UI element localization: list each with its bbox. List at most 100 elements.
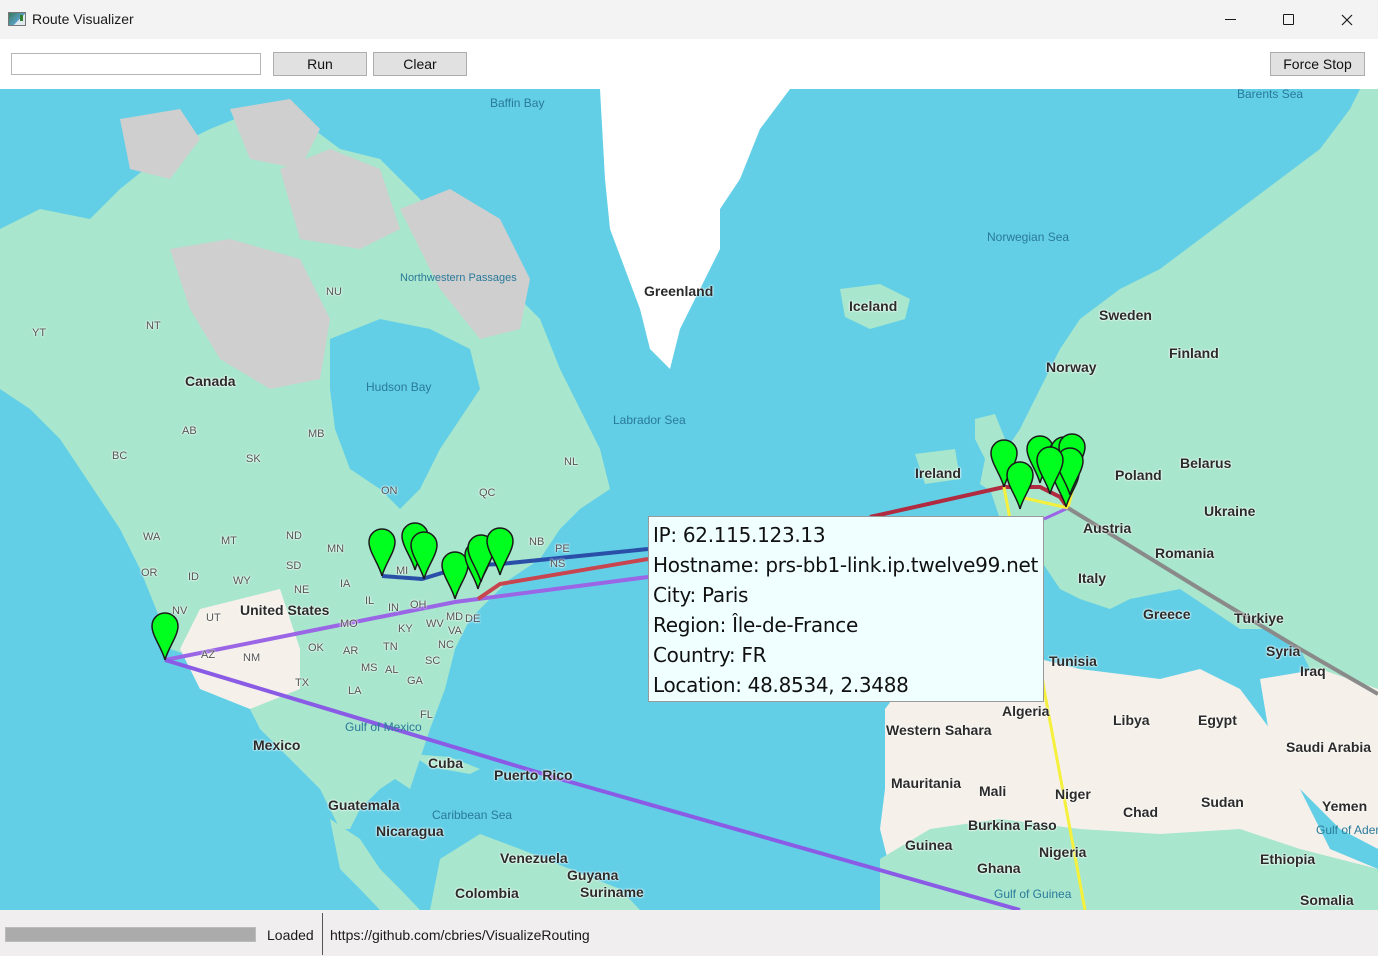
title-bar[interactable]: Route Visualizer (0, 0, 1378, 39)
project-url-link[interactable]: https://github.com/cbries/VisualizeRouti… (330, 927, 590, 943)
window-title: Route Visualizer (32, 11, 134, 27)
clear-button[interactable]: Clear (373, 52, 467, 76)
label-nc: NC (438, 639, 454, 651)
label-tx: TX (295, 677, 310, 689)
label-sk: SK (246, 453, 261, 465)
minimize-icon (1224, 19, 1236, 20)
label-pe: PE (555, 543, 570, 555)
minimize-button[interactable] (1201, 0, 1259, 39)
label-nu: NU (326, 286, 342, 298)
force-stop-button[interactable]: Force Stop (1270, 52, 1365, 76)
label-yt: YT (32, 327, 47, 339)
label-yemen: Yemen (1322, 798, 1368, 814)
label-ab: AB (182, 425, 197, 437)
label-ne: NE (294, 584, 310, 596)
label-ns: NS (550, 558, 566, 570)
label-libya: Libya (1113, 712, 1150, 728)
maximize-button[interactable] (1259, 0, 1317, 39)
label-puerto-rico: Puerto Rico (494, 767, 573, 783)
label-syria: Syria (1266, 643, 1301, 659)
label-hudson-bay: Hudson Bay (366, 380, 432, 394)
map-view[interactable]: Baffin Bay Barents Sea Norwegian Sea Nor… (0, 89, 1378, 910)
maximize-icon (1282, 14, 1294, 25)
label-gulf-of-aden: Gulf of Aden (1316, 823, 1378, 837)
close-icon (1341, 14, 1353, 25)
label-mauritania: Mauritania (891, 775, 962, 791)
label-greenland: Greenland (644, 283, 714, 299)
label-mt: MT (221, 535, 237, 547)
label-in: IN (388, 602, 399, 614)
label-ireland: Ireland (915, 465, 961, 481)
label-gulf-of-guinea: Gulf of Guinea (994, 887, 1072, 901)
label-bc: BC (112, 450, 128, 462)
label-ok: OK (308, 642, 324, 654)
label-colombia: Colombia (455, 885, 519, 901)
label-chad: Chad (1123, 804, 1158, 820)
label-il: IL (365, 595, 375, 607)
label-finland: Finland (1169, 345, 1219, 361)
label-united-states: United States (240, 602, 330, 618)
label-va: VA (448, 625, 462, 637)
app-window: Route Visualizer Run Clear Force Stop Ba… (0, 0, 1378, 956)
target-host-input[interactable] (11, 53, 261, 75)
label-caribbean-sea: Caribbean Sea (432, 808, 513, 822)
label-id: ID (188, 571, 199, 583)
status-text: Loaded (267, 927, 314, 943)
label-ghana: Ghana (977, 860, 1021, 876)
label-oh: OH (410, 599, 427, 611)
label-guyana: Guyana (567, 867, 619, 883)
label-wy: WY (233, 575, 251, 587)
run-button[interactable]: Run (273, 52, 367, 76)
label-mo: MO (340, 618, 358, 630)
status-separator (322, 913, 323, 955)
map-canvas[interactable] (0, 89, 1378, 910)
label-ar: AR (343, 645, 359, 657)
label-poland: Poland (1115, 467, 1162, 483)
label-iraq: Iraq (1300, 663, 1326, 679)
label-norway: Norway (1046, 359, 1097, 375)
label-or: OR (141, 567, 158, 579)
label-mexico: Mexico (253, 737, 301, 753)
label-nd: ND (286, 530, 302, 542)
label-mn: MN (327, 543, 345, 555)
label-nicaragua: Nicaragua (376, 823, 444, 839)
label-guinea: Guinea (905, 837, 953, 853)
hop-info-tooltip: IP: 62.115.123.13 Hostname: prs-bb1-link… (648, 516, 1044, 702)
toolbar: Run Clear Force Stop (0, 39, 1378, 89)
close-button[interactable] (1318, 0, 1376, 39)
label-md: MD (446, 611, 464, 623)
label-saudi-arabia: Saudi Arabia (1286, 739, 1372, 755)
tooltip-hostname: Hostname: prs-bb1-link.ip.twelve99.net (653, 553, 1039, 577)
label-mi: MI (396, 565, 409, 577)
label-mb: MB (308, 428, 325, 440)
status-bar: Loaded https://github.com/cbries/Visuali… (0, 910, 1378, 956)
label-sc: SC (425, 655, 441, 667)
label-gulf-of-mexico: Gulf of Mexico (345, 720, 422, 734)
label-qc: QC (479, 487, 496, 499)
label-turkiye: Türkiye (1234, 610, 1284, 626)
label-tn: TN (383, 641, 398, 653)
label-al: AL (385, 664, 399, 676)
label-nm: NM (243, 652, 261, 664)
label-somalia: Somalia (1300, 892, 1354, 908)
app-window-icon (8, 12, 26, 26)
label-austria: Austria (1083, 520, 1132, 536)
label-greece: Greece (1143, 606, 1191, 622)
label-wv: WV (426, 618, 444, 630)
map-marker-pin[interactable] (151, 612, 179, 661)
label-la: LA (348, 685, 362, 697)
label-wa: WA (143, 531, 161, 543)
label-italy: Italy (1078, 570, 1107, 586)
label-labrador-sea: Labrador Sea (613, 413, 686, 427)
tooltip-region: Region: Île-de-France (653, 613, 858, 637)
label-western-sahara: Western Sahara (886, 722, 992, 738)
label-nv: NV (172, 605, 188, 617)
label-on: ON (381, 485, 398, 497)
label-niger: Niger (1055, 786, 1091, 802)
label-guatemala: Guatemala (328, 797, 400, 813)
label-sudan: Sudan (1201, 794, 1244, 810)
tooltip-country: Country: FR (653, 643, 767, 667)
label-burkina-faso: Burkina Faso (968, 817, 1057, 833)
label-nl: NL (564, 456, 579, 468)
label-algeria: Algeria (1002, 703, 1050, 719)
